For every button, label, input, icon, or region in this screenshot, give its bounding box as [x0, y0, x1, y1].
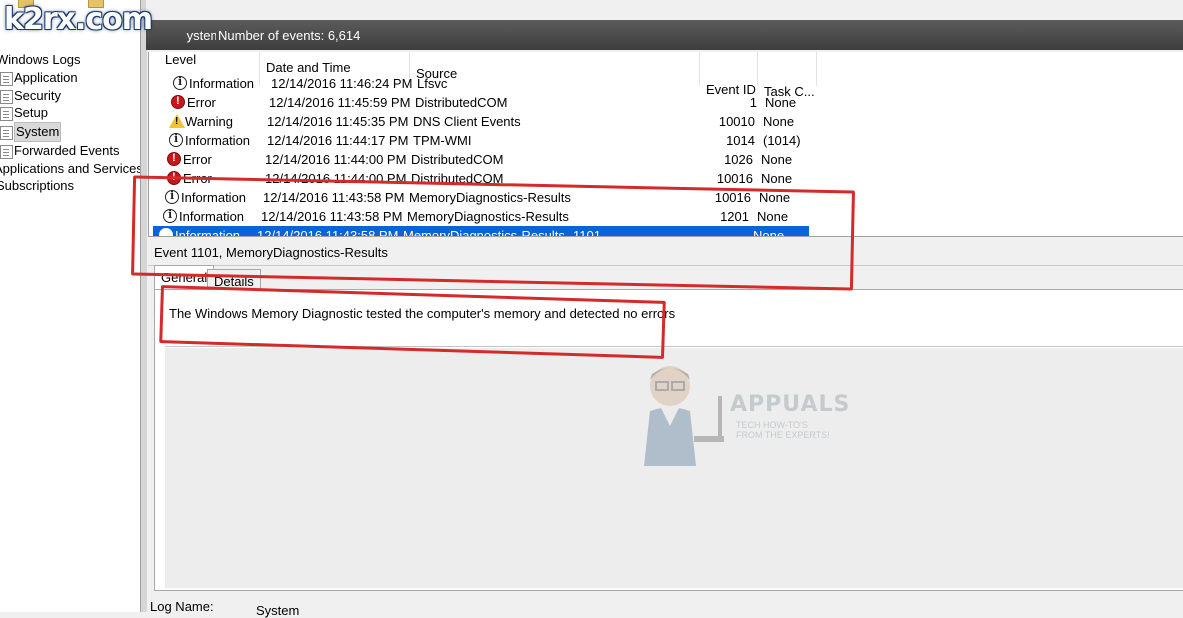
event-datetime: 12/14/2016 11:45:59 PM: [269, 95, 411, 110]
event-datetime: 12/14/2016 11:44:00 PM: [265, 152, 407, 167]
pane-splitter[interactable]: [140, 0, 147, 612]
event-id: 10016: [716, 171, 753, 186]
info-icon: [173, 75, 187, 90]
event-task-category: None: [761, 152, 793, 167]
appuals-name: APPUALS: [730, 392, 851, 417]
site-watermark: k2rx.com: [4, 2, 153, 37]
tree-node-windows-logs[interactable]: Windows Logs: [0, 52, 81, 67]
log-name-value: System: [256, 603, 300, 618]
event-task-category: None: [763, 114, 795, 129]
mascot-icon: [644, 366, 724, 466]
appuals-watermark: APPUALS TECH HOW-TO'S FROM THE EXPERTS!: [630, 356, 850, 486]
top-toolbar-area: [146, 0, 1183, 20]
event-level: Information: [189, 76, 255, 91]
event-datetime: 12/14/2016 11:46:24 PM: [271, 76, 413, 91]
log-icon: [0, 107, 13, 121]
tree-node-applications-services[interactable]: Applications and Services Lo: [0, 161, 140, 176]
event-id: 1026: [724, 152, 753, 167]
events-count: Number of events: 6,614: [218, 28, 361, 43]
event-task-category: None: [761, 171, 793, 186]
event-row[interactable]: Error 12/14/2016 11:44:00 PM DistributedCO…: [161, 150, 961, 169]
event-level: Information: [185, 133, 251, 148]
event-datetime: 12/14/2016 11:45:35 PM: [267, 114, 409, 129]
log-icon: [0, 90, 13, 104]
event-row[interactable]: Information 12/14/2016 11:46:24 PM Lfsvc: [167, 74, 967, 93]
error-icon: [171, 95, 185, 109]
info-icon: [169, 132, 183, 147]
annotation-highlight-events: [131, 175, 855, 291]
log-icon: [0, 72, 13, 86]
event-id: 1014: [726, 133, 755, 148]
event-source: DistributedCOM: [415, 95, 508, 110]
event-task-category: None: [765, 95, 797, 110]
event-source: DistributedCOM: [411, 152, 504, 167]
event-level: Warning: [185, 114, 233, 129]
event-row[interactable]: Error 12/14/2016 11:45:59 PM DistributedCO…: [165, 93, 965, 112]
appuals-tagline: TECH HOW-TO'S FROM THE EXPERTS!: [736, 420, 830, 440]
tree-item-label: Application: [14, 70, 78, 85]
event-source: Lfsvc: [417, 76, 448, 91]
event-row[interactable]: Information 12/14/2016 11:44:17 PM TPM-WMI…: [163, 131, 963, 150]
log-name-header: System: [186, 28, 216, 43]
event-row[interactable]: Warning 12/14/2016 11:45:35 PM DNS Client …: [163, 112, 963, 131]
event-level: Error: [183, 152, 212, 167]
event-id: 1: [749, 95, 757, 110]
log-icon: [0, 126, 13, 140]
event-datetime: 12/14/2016 11:44:17 PM: [267, 133, 409, 148]
navigation-tree: Windows Logs Application Security Setup …: [0, 0, 140, 612]
warning-icon: [169, 114, 185, 128]
tree-item-label: Setup: [14, 105, 48, 120]
event-level: Error: [187, 95, 216, 110]
error-icon: [167, 152, 181, 166]
tree-node-subscriptions[interactable]: Subscriptions: [0, 178, 74, 193]
tree-item-label: Security: [14, 88, 61, 103]
tree-item-label: Forwarded Events: [14, 143, 120, 158]
tree-item-label: System: [14, 122, 62, 142]
event-source: DNS Client Events: [413, 114, 521, 129]
log-icon: [0, 145, 13, 159]
event-id: 10010: [718, 114, 755, 129]
event-source: TPM-WMI: [413, 133, 472, 148]
event-task-category: (1014): [763, 133, 801, 148]
events-header-bar: System Number of events: 6,614: [146, 20, 1183, 50]
